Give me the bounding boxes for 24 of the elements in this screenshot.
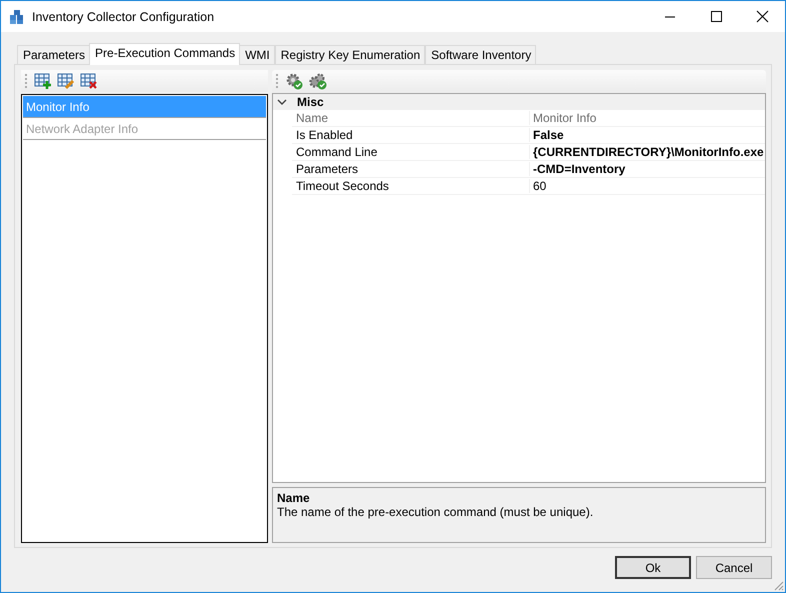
delete-row-icon[interactable] <box>80 72 98 90</box>
tab[interactable]: Parameters <box>17 45 90 64</box>
collapse-chevron-icon[interactable] <box>277 98 287 106</box>
tab[interactable]: Registry Key Enumeration <box>274 45 426 64</box>
property-value[interactable]: {CURRENTDIRECTORY}\MonitorInfo.exe <box>529 145 765 159</box>
window-title: Inventory Collector Configuration <box>32 10 214 24</box>
ok-button[interactable]: Ok <box>615 556 691 579</box>
category-header: Misc <box>297 95 324 109</box>
property-value[interactable]: Monitor Info <box>529 111 765 125</box>
gear-check-icon[interactable] <box>286 72 303 90</box>
tab[interactable]: WMI <box>239 45 275 64</box>
gears-check-icon[interactable] <box>309 72 327 90</box>
property-value[interactable]: -CMD=Inventory <box>529 162 765 176</box>
resize-grip-icon[interactable] <box>772 579 784 591</box>
tab[interactable]: Pre-Execution Commands <box>89 43 240 65</box>
app-icon <box>9 8 25 24</box>
description-text: The name of the pre-execution command (must be unique). <box>277 505 594 519</box>
property-value[interactable]: False <box>529 128 765 142</box>
edit-row-icon[interactable] <box>57 72 75 90</box>
cancel-button[interactable]: Cancel <box>696 556 772 579</box>
description-title: Name <box>277 491 311 505</box>
property-value[interactable]: 60 <box>529 179 765 193</box>
add-row-icon[interactable] <box>34 72 52 90</box>
tab[interactable]: Software Inventory <box>425 45 536 64</box>
